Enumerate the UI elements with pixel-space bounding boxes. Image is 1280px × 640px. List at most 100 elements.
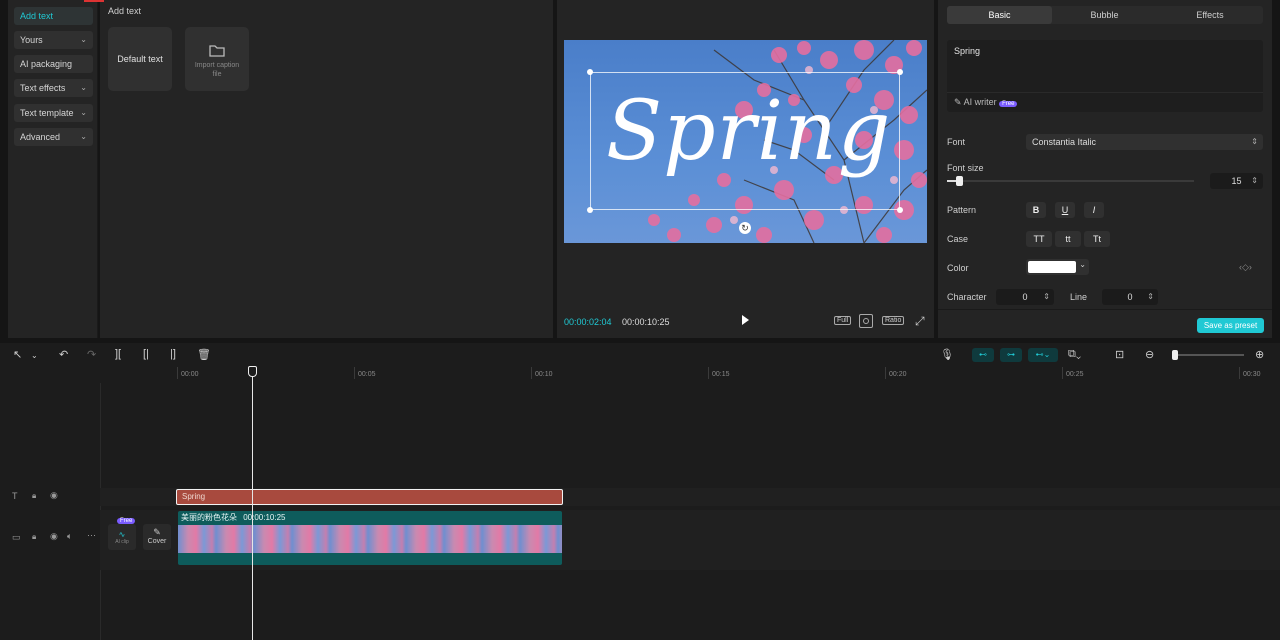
redo-icon[interactable]: ↷ — [87, 348, 96, 361]
caption-icon[interactable]: ⊡ — [1115, 348, 1124, 361]
zoom-out-icon[interactable]: ⊖ — [1145, 348, 1154, 361]
text-clip-label: Spring — [182, 492, 206, 501]
category-advanced[interactable]: Advanced ⌄ — [14, 128, 93, 146]
resize-handle[interactable] — [587, 207, 593, 213]
color-swatch — [1028, 261, 1076, 273]
lock-icon[interactable]: 🔒︎ — [32, 491, 36, 501]
lock-icon[interactable]: 🔒︎ — [32, 532, 36, 542]
video-preview[interactable]: Spring ↻ — [564, 40, 927, 243]
titlecase-button[interactable]: Tt — [1084, 231, 1110, 247]
video-track-icon: ▭ — [12, 532, 21, 542]
zoom-slider-handle[interactable] — [1172, 350, 1178, 360]
playhead[interactable] — [252, 369, 253, 640]
undo-icon[interactable]: ↶ — [59, 348, 68, 361]
link-clips-icon[interactable]: ⊶ — [1000, 348, 1022, 362]
italic-button[interactable]: I — [1084, 202, 1104, 218]
play-button[interactable] — [739, 313, 751, 327]
ruler-label: 00:10 — [535, 371, 553, 378]
microphone-icon[interactable]: 🎙 — [940, 348, 954, 361]
import-caption-label: Import caption file — [194, 62, 240, 78]
speaker-icon[interactable]: 🔈︎ — [67, 531, 72, 542]
font-size-slider-handle[interactable] — [956, 176, 964, 186]
fullscreen-icon[interactable]: ⤢ — [915, 314, 925, 329]
rotate-icon[interactable]: ↻ — [739, 222, 751, 234]
resize-handle[interactable] — [897, 69, 903, 75]
split-right-icon[interactable]: |] — [170, 348, 176, 360]
ruler-label: 00:20 — [889, 371, 907, 378]
ruler-label: 00:00 — [181, 371, 199, 378]
section-title: Add text — [108, 6, 142, 16]
magic-wand-icon: ✎ — [954, 97, 962, 107]
video-clip-label: 美丽的粉色花朵 — [181, 513, 237, 522]
stepper-icon[interactable]: ⇕ — [1251, 173, 1258, 189]
cover-label: Cover — [147, 538, 167, 545]
edit-icon: ✎ — [153, 527, 161, 537]
default-text-tile[interactable]: Default text — [108, 27, 172, 91]
notification-bar — [84, 0, 104, 2]
zoom-slider[interactable] — [1172, 354, 1244, 356]
ai-writer-button[interactable]: ✎ AI writer Free — [954, 97, 1018, 108]
color-label: Color — [947, 263, 969, 273]
text-clip[interactable]: Spring — [176, 489, 563, 505]
delete-icon[interactable]: 🗑 — [197, 348, 211, 361]
eye-icon[interactable]: ◉ — [50, 490, 58, 501]
uppercase-button[interactable]: TT — [1026, 231, 1052, 247]
save-as-preset-button[interactable]: Save as preset — [1197, 318, 1264, 333]
ratio-button[interactable]: Ratio — [882, 316, 905, 325]
play-icon — [742, 315, 749, 325]
font-size-slider[interactable] — [947, 180, 1194, 182]
bold-button[interactable]: B — [1026, 202, 1046, 218]
case-label: Case — [947, 234, 969, 244]
zoom-in-icon[interactable]: ⊕ — [1255, 348, 1264, 361]
tab-basic[interactable]: Basic — [947, 6, 1052, 24]
resize-handle[interactable] — [897, 207, 903, 213]
color-picker[interactable]: ⌄ — [1026, 259, 1089, 275]
category-text-effects[interactable]: Text effects ⌄ — [14, 79, 93, 97]
cover-button[interactable]: ✎ Cover — [143, 524, 171, 550]
category-add-text[interactable]: Add text — [14, 7, 93, 25]
font-select[interactable]: Constantia Italic ⇕ — [1026, 134, 1263, 150]
import-caption-tile[interactable]: Import caption file — [185, 27, 249, 91]
keyframe-icon[interactable]: ‹◇› — [1239, 262, 1252, 273]
playhead-handle[interactable] — [248, 366, 257, 377]
eye-icon[interactable]: ◉ — [50, 531, 58, 542]
lowercase-button[interactable]: tt — [1055, 231, 1081, 247]
font-size-value: 15 — [1231, 176, 1242, 186]
ruler-label: 00:15 — [712, 371, 730, 378]
category-text-template[interactable]: Text template ⌄ — [14, 104, 93, 122]
line-spacing-input[interactable]: 0 ⇕ — [1102, 289, 1158, 305]
video-clip[interactable]: 美丽的粉色花朵 00:00:10:25 — [178, 511, 562, 565]
category-label: Text effects — [20, 83, 66, 93]
tab-bubble[interactable]: Bubble — [1052, 6, 1157, 24]
category-label: Text template — [20, 108, 74, 118]
line-spacing-value: 0 — [1127, 292, 1133, 302]
category-ai-packaging[interactable]: AI packaging — [14, 55, 93, 73]
magnet-snap-icon[interactable]: ⊷ — [972, 348, 994, 362]
updown-icon: ⇕ — [1251, 137, 1258, 146]
ai-clip-thumb[interactable]: Free ∿ AI clip — [108, 518, 136, 550]
underline-button[interactable]: U — [1055, 202, 1075, 218]
font-size-input[interactable]: 15 ⇕ — [1210, 173, 1263, 189]
spring-overlay-text[interactable]: Spring — [606, 82, 891, 182]
tab-effects[interactable]: Effects — [1157, 6, 1263, 24]
screenshot-icon[interactable] — [859, 314, 873, 328]
folder-icon — [209, 45, 225, 57]
align-icon[interactable]: ⧉⌄ — [1068, 348, 1081, 361]
chevron-down-icon: ⌄ — [80, 132, 87, 141]
text-category-list: Add text Yours ⌄ AI packaging Text effect… — [8, 0, 98, 338]
text-input-area[interactable]: Spring ✎ AI writer Free — [947, 40, 1263, 112]
select-cursor-icon[interactable]: ↖ — [13, 348, 22, 361]
more-icon[interactable]: ⋯ — [87, 530, 96, 541]
chevron-down-icon[interactable]: ⌄ — [31, 351, 38, 360]
character-spacing-input[interactable]: 0 ⇕ — [996, 289, 1054, 305]
full-button[interactable]: Full — [834, 316, 852, 325]
category-yours[interactable]: Yours ⌄ — [14, 31, 93, 49]
split-left-icon[interactable]: [| — [143, 348, 149, 360]
split-icon[interactable]: ][ — [115, 348, 121, 360]
stepper-icon[interactable]: ⇕ — [1043, 289, 1050, 305]
resize-handle[interactable] — [587, 69, 593, 75]
stepper-icon[interactable]: ⇕ — [1147, 289, 1154, 305]
preview-axis-icon[interactable]: ⊷⌄ — [1028, 348, 1058, 362]
timeline-ruler[interactable]: 00:00 00:05 00:10 00:15 00:20 00:25 00:3… — [0, 367, 1280, 383]
chevron-down-icon: ⌄ — [1079, 260, 1086, 269]
